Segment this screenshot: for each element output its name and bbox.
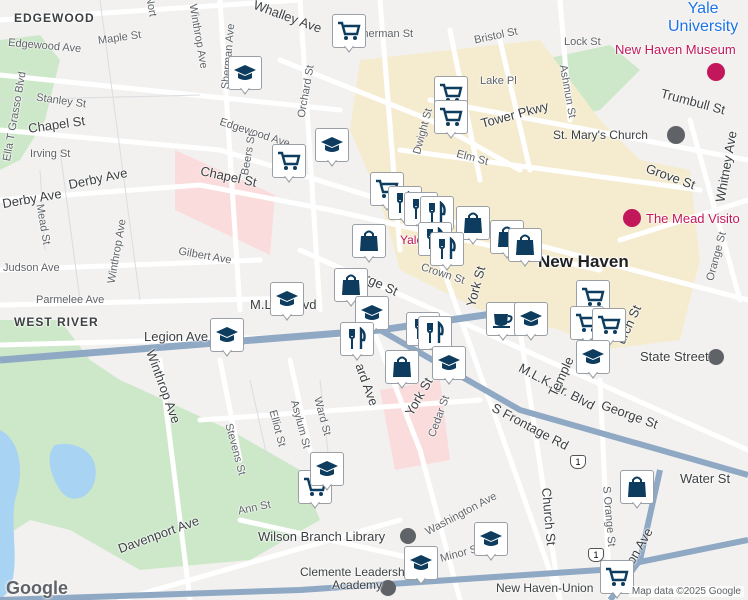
street-label: Lake Pl	[480, 75, 517, 87]
shopping-bag-marker[interactable]	[508, 228, 542, 268]
clemente-label: Clemente Leadership Academy	[300, 565, 415, 592]
school-icon	[576, 340, 610, 374]
school-marker[interactable]	[432, 346, 466, 386]
school-icon	[514, 302, 548, 336]
school-marker[interactable]	[576, 340, 610, 380]
shopping-cart-marker[interactable]	[434, 100, 468, 140]
union-label: New Haven-Union	[496, 581, 594, 595]
street-label: Irving St	[30, 148, 71, 160]
shopping-cart-icon	[592, 308, 626, 342]
shopping-bag-marker[interactable]	[352, 224, 386, 264]
restaurant-icon	[340, 322, 374, 356]
google-logo: Google	[6, 578, 68, 598]
edgewood-label: EDGEWOOD	[14, 11, 95, 25]
shopping-cart-icon	[434, 100, 468, 134]
restaurant-marker[interactable]	[430, 232, 464, 272]
street-label: Judson Ave	[3, 262, 60, 274]
school-marker[interactable]	[474, 522, 508, 562]
museum-pin[interactable]	[707, 63, 725, 81]
street-label: Nort	[143, 0, 159, 18]
restaurant-icon	[430, 232, 464, 266]
street-label: Lock St	[564, 36, 601, 48]
school-marker[interactable]	[210, 318, 244, 358]
shopping-cart-icon	[272, 144, 306, 178]
street-label: Legion Ave	[144, 329, 209, 344]
school-icon	[432, 346, 466, 380]
route-1-shield: 1	[570, 455, 586, 469]
shopping-bag-icon	[508, 228, 542, 262]
shopping-bag-marker[interactable]	[385, 350, 419, 390]
school-icon	[310, 452, 344, 486]
shopping-cart-icon	[332, 14, 366, 48]
shopping-bag-icon	[385, 350, 419, 384]
shopping-bag-marker[interactable]	[620, 470, 654, 510]
street-label: Water St	[680, 471, 731, 486]
hospital-area	[175, 150, 275, 255]
school-icon	[270, 282, 304, 316]
school-icon	[404, 546, 438, 580]
school-marker[interactable]	[315, 128, 349, 168]
school-marker[interactable]	[310, 452, 344, 492]
shopping-cart-marker[interactable]	[332, 14, 366, 54]
church-pin[interactable]	[667, 126, 685, 144]
shopping-bag-icon	[620, 470, 654, 504]
restaurant-icon	[418, 316, 452, 350]
street-label: Parmelee Ave	[36, 294, 105, 306]
school-marker[interactable]	[404, 546, 438, 586]
station-pin[interactable]	[708, 349, 724, 365]
yale-label: Yale University	[668, 0, 739, 35]
mead-label: The Mead Visito	[646, 211, 740, 226]
state-street-label: State Street	[640, 349, 709, 364]
shopping-bag-icon	[352, 224, 386, 258]
school-icon	[315, 128, 349, 162]
museum-label: New Haven Museum	[615, 42, 736, 57]
school-icon	[474, 522, 508, 556]
school-marker[interactable]	[270, 282, 304, 322]
wilson-library-label: Wilson Branch Library	[258, 529, 386, 544]
school-marker[interactable]	[514, 302, 548, 342]
school-icon	[210, 318, 244, 352]
map-attribution[interactable]: Map data ©2025 Google	[628, 586, 744, 597]
library-pin[interactable]	[400, 528, 416, 544]
st-marys-label: St. Mary's Church	[553, 128, 648, 142]
school-icon	[228, 56, 262, 90]
mead-pin[interactable]	[623, 209, 641, 227]
city-label: New Haven	[538, 252, 629, 271]
school-marker[interactable]	[228, 56, 262, 96]
restaurant-marker[interactable]	[340, 322, 374, 362]
west-river-label: WEST RIVER	[14, 315, 99, 329]
shopping-cart-marker[interactable]	[272, 144, 306, 184]
